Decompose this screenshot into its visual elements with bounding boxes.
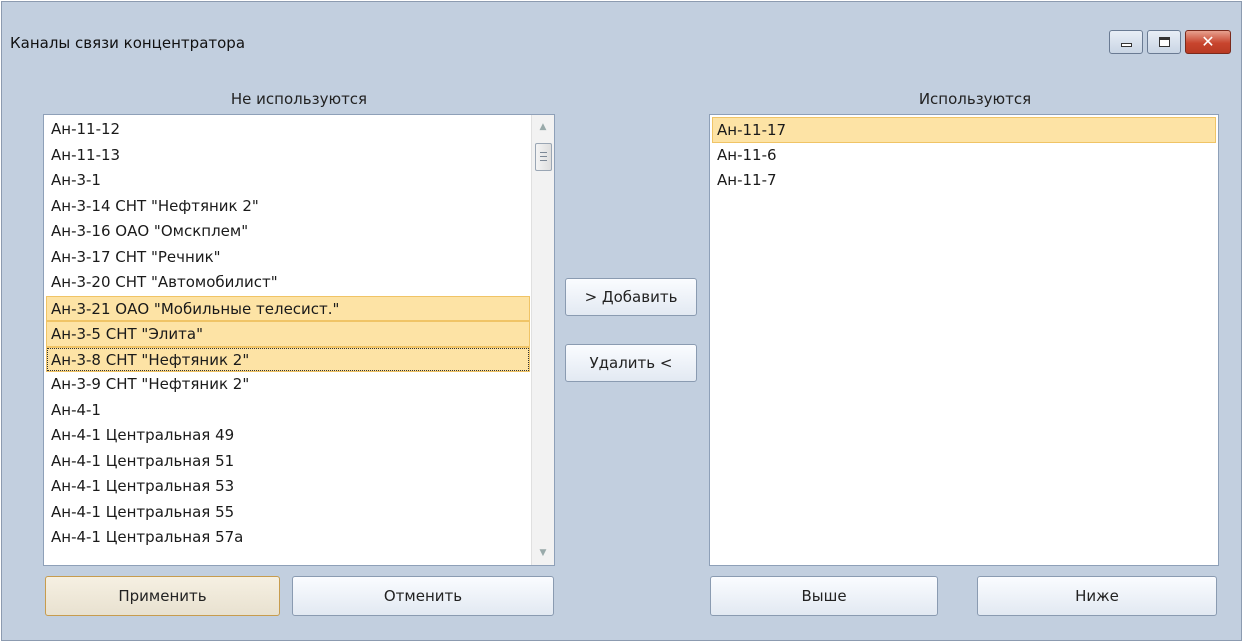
unused-list-item[interactable]: Ан-4-1 xyxy=(46,398,530,424)
maximize-button[interactable] xyxy=(1147,30,1181,54)
window-title: Каналы связи концентратора xyxy=(10,34,246,52)
maximize-icon xyxy=(1159,37,1170,47)
cancel-button[interactable]: Отменить xyxy=(292,576,554,616)
unused-items-container: Ан-11-12 Ан-11-13 Ан-3-1 Ан-3-14 СНТ "Нефтя… xyxy=(44,117,532,551)
unused-list-item[interactable]: Ан-11-12 xyxy=(46,117,530,143)
unused-list-item[interactable]: Ан-4-1 Центральная 57а xyxy=(46,525,530,551)
unused-list-item[interactable]: Ан-3-8 СНТ "Нефтяник 2" xyxy=(46,346,530,372)
close-button[interactable]: ✕ xyxy=(1185,30,1231,54)
add-button[interactable]: > Добавить xyxy=(565,278,697,316)
unused-list-item[interactable]: Ан-3-16 ОАО "Омскплем" xyxy=(46,219,530,245)
unused-list-item[interactable]: Ан-3-5 СНТ "Элита" xyxy=(46,321,530,347)
used-label: Используются xyxy=(918,90,1032,108)
unused-list-item[interactable]: Ан-4-1 Центральная 55 xyxy=(46,500,530,526)
window-controls: ✕ xyxy=(1105,30,1231,54)
unused-list-item[interactable]: Ан-11-13 xyxy=(46,143,530,169)
apply-button[interactable]: Применить xyxy=(45,576,280,616)
unused-list-item[interactable]: Ан-3-9 СНТ "Нефтяник 2" xyxy=(46,372,530,398)
unused-list-item[interactable]: Ан-4-1 Центральная 51 xyxy=(46,449,530,475)
move-down-button[interactable]: Ниже xyxy=(977,576,1217,616)
minimize-button[interactable] xyxy=(1109,30,1143,54)
scroll-thumb[interactable] xyxy=(535,143,552,171)
unused-list-scrollbar[interactable]: ▲ ▼ xyxy=(531,115,554,565)
unused-list-item[interactable]: Ан-3-1 xyxy=(46,168,530,194)
unused-channels-list[interactable]: Ан-11-12 Ан-11-13 Ан-3-1 Ан-3-14 СНТ "Нефтя… xyxy=(43,114,555,566)
remove-button[interactable]: Удалить < xyxy=(565,344,697,382)
used-list-item[interactable]: Ан-11-6 xyxy=(712,143,1216,169)
dialog-window: Каналы связи концентратора ✕ Не использу… xyxy=(1,1,1242,641)
title-bar[interactable]: Каналы связи концентратора ✕ xyxy=(2,2,1241,80)
used-channels-list[interactable]: Ан-11-17 Ан-11-6 Ан-11-7 xyxy=(709,114,1219,566)
scroll-up-icon[interactable]: ▲ xyxy=(532,117,554,137)
scroll-down-icon[interactable]: ▼ xyxy=(532,543,554,563)
used-items-container: Ан-11-17 Ан-11-6 Ан-11-7 xyxy=(710,117,1218,194)
used-list-item[interactable]: Ан-11-17 xyxy=(712,117,1216,143)
unused-list-item[interactable]: Ан-3-14 СНТ "Нефтяник 2" xyxy=(46,194,530,220)
unused-list-item[interactable]: Ан-4-1 Центральная 49 xyxy=(46,423,530,449)
unused-label: Не используются xyxy=(230,90,368,108)
minimize-icon xyxy=(1121,43,1132,47)
unused-list-item[interactable]: Ан-3-21 ОАО "Мобильные телесист." xyxy=(46,295,530,321)
close-icon: ✕ xyxy=(1201,32,1215,51)
used-list-item[interactable]: Ан-11-7 xyxy=(712,168,1216,194)
unused-list-item[interactable]: Ан-3-17 СНТ "Речник" xyxy=(46,245,530,271)
move-up-button[interactable]: Выше xyxy=(710,576,938,616)
unused-list-item[interactable]: Ан-3-20 СНТ "Автомобилист" xyxy=(46,270,530,296)
unused-list-item[interactable]: Ан-4-1 Центральная 53 xyxy=(46,474,530,500)
